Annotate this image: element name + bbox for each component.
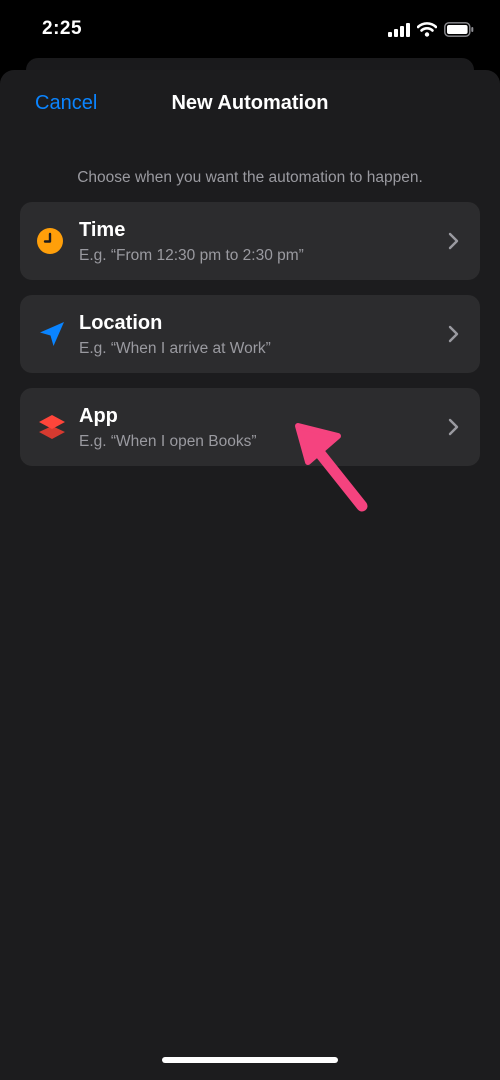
option-title: Time <box>79 219 126 241</box>
annotation-arrow-icon <box>295 423 368 512</box>
cellular-signal-icon <box>388 22 410 37</box>
screen: 2:25 Cancel New Automation Choose when y… <box>0 0 500 1080</box>
chevron-right-icon <box>448 418 459 436</box>
wifi-icon <box>417 22 437 37</box>
option-title: App <box>79 405 118 427</box>
option-subtitle: E.g. “From 12:30 pm to 2:30 pm” <box>79 247 304 264</box>
new-automation-sheet: Cancel New Automation Choose when you wa… <box>0 70 500 1080</box>
status-bar: 2:25 <box>0 0 500 62</box>
option-subtitle: E.g. “When I arrive at Work” <box>79 340 271 357</box>
app-layers-icon <box>39 415 65 439</box>
chevron-right-icon <box>448 232 459 250</box>
instruction-text: Choose when you want the automation to h… <box>77 169 423 186</box>
status-icons <box>388 22 474 37</box>
location-arrow-icon <box>40 322 64 346</box>
status-time: 2:25 <box>42 18 83 39</box>
home-indicator[interactable] <box>162 1057 338 1063</box>
page-title: New Automation <box>171 92 329 114</box>
option-time[interactable]: Time E.g. “From 12:30 pm to 2:30 pm” <box>20 202 480 280</box>
nav-bar: Cancel New Automation <box>0 70 500 140</box>
option-title: Location <box>79 312 163 334</box>
battery-icon <box>444 22 474 37</box>
option-subtitle: E.g. “When I open Books” <box>79 433 257 450</box>
clock-icon <box>37 228 63 254</box>
option-app[interactable]: App E.g. “When I open Books” <box>20 388 480 466</box>
option-location[interactable]: Location E.g. “When I arrive at Work” <box>20 295 480 373</box>
chevron-right-icon <box>448 325 459 343</box>
